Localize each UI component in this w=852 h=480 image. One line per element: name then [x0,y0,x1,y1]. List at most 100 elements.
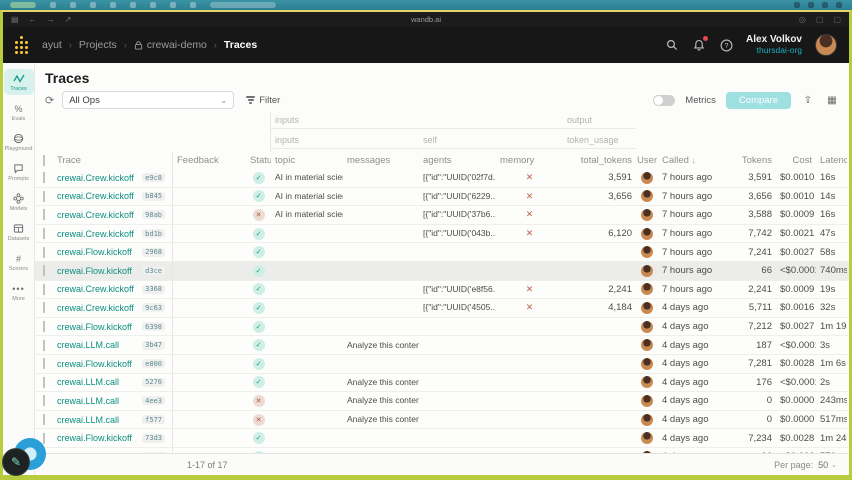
status-success-icon: ✓ [252,357,265,370]
trace-link[interactable]: crewai.LLM.call [57,415,119,425]
table-row[interactable]: crewai.LLM.call 4ee3 ✕ Analyze this conten.… [35,392,849,411]
table-row[interactable]: crewai.Crew.kickoff 3368 ✓ [{"id":"UUID('e8… [35,280,849,300]
breadcrumb-project[interactable]: crewai-demo [134,39,207,51]
avatar [641,264,653,277]
trace-link[interactable]: crewai.Crew.kickoff [57,303,134,313]
row-checkbox[interactable] [43,265,45,277]
trace-link[interactable]: crewai.Crew.kickoff [57,191,134,201]
table-row[interactable]: crewai.Flow.kickoff 2968 ✓ 7 hours ago 7,241… [35,243,849,262]
avatar [641,190,653,203]
sidebar-item-datasets[interactable]: Datasets [4,219,34,245]
row-checkbox[interactable] [43,228,45,240]
col-total-tokens[interactable]: total_tokens [563,155,636,166]
col-latency[interactable]: Latency [816,155,847,166]
trace-link[interactable]: crewai.Flow.kickoff [57,322,132,332]
trace-link[interactable]: crewai.Flow.kickoff [57,359,132,369]
trace-link[interactable]: crewai.LLM.call [57,377,119,387]
trace-link[interactable]: crewai.Crew.kickoff [57,210,134,220]
ops-filter-select[interactable]: All Ops ⌄ [62,91,235,109]
sidebar-item-playground[interactable]: Playground [4,129,34,155]
table-row[interactable]: crewai.Crew.kickoff 9c63 ✓ [{"id":"UUID('45… [35,299,849,318]
row-checkbox[interactable] [43,190,45,202]
per-page-select[interactable]: 50 ⌄ [818,460,837,470]
memory-false-icon: ✕ [525,302,534,313]
sidebar-item-scorers[interactable]: # Scorers [4,249,34,275]
search-icon[interactable] [665,38,679,52]
trace-link[interactable]: crewai.Flow.kickoff [57,433,132,443]
refresh-icon[interactable]: ⟳ [45,94,54,107]
row-checkbox[interactable] [43,246,45,258]
breadcrumb-user[interactable]: ayut [42,39,62,51]
breadcrumb-projects[interactable]: Projects [79,39,117,51]
wandb-logo-icon[interactable] [15,36,28,54]
back-icon[interactable]: ← [29,15,37,24]
col-topic[interactable]: topic [271,155,343,166]
row-checkbox[interactable] [43,395,45,407]
window-icon[interactable]: ▢ [833,15,841,24]
compare-button[interactable]: Compare [725,91,791,109]
sidebar-item-evals[interactable]: % Evals [4,99,34,125]
trace-link[interactable]: crewai.Flow.kickoff [57,266,132,276]
col-tokens[interactable]: Tokens [728,155,776,166]
row-checkbox[interactable] [43,339,45,351]
trace-link[interactable]: crewai.Crew.kickoff [57,229,134,239]
col-memory[interactable]: memory [496,155,563,166]
tab-overview-icon[interactable]: ▤ [11,15,19,24]
col-status[interactable]: Status [246,155,271,166]
avatar[interactable] [815,34,837,56]
sidebar-item-prompts[interactable]: Prompts [4,159,34,185]
trace-link[interactable]: crewai.Flow.kickoff [57,247,132,257]
col-called[interactable]: Called ↓ [658,155,728,166]
notifications-bell-icon[interactable] [692,36,709,52]
filter-button[interactable]: Filter [242,93,284,108]
sidebar-item-more[interactable]: ••• More [4,279,34,305]
table-row[interactable]: crewai.Flow.kickoff 6398 ✓ 4 days ago 7,212 $… [35,317,849,337]
trace-id-badge: 9c63 [142,303,165,313]
table-row[interactable]: crewai.LLM.call 5276 ✓ Analyze this conten.… [35,373,849,393]
agents-cell: [{"id":"UUID('02f7d... [419,172,496,183]
col-trace[interactable]: Trace [53,152,173,169]
sidebar-item-traces[interactable]: Traces [3,69,34,95]
col-cost[interactable]: Cost [776,155,816,166]
annotate-pencil-button[interactable]: ✎ [2,448,30,476]
row-checkbox[interactable] [43,283,45,295]
columns-settings-icon[interactable]: ▦ [825,95,839,106]
table-row[interactable]: crewai.Crew.kickoff bd1b ✓ [{"id":"UUID('04… [35,224,849,244]
row-checkbox[interactable] [43,172,45,184]
table-row[interactable]: crewai.Crew.kickoff e9c8 ✓ AI in material s… [35,169,849,188]
cost-value: $0.0000 [780,414,815,426]
table-row[interactable]: crewai.Flow.kickoff e800 ✓ 4 days ago 7,281 $… [35,354,849,374]
col-feedback[interactable]: Feedback [173,155,246,166]
row-checkbox[interactable] [43,302,45,314]
sidebar-item-models[interactable]: Models [4,189,34,215]
col-user[interactable]: User [636,155,658,166]
table-row[interactable]: crewai.Crew.kickoff b845 ✓ AI in material s… [35,187,849,207]
user-menu[interactable]: Alex Volkov thursdai-org [746,34,802,55]
table-row[interactable]: crewai.LLM.call 3b47 ✓ Analyze this conten.… [35,336,849,355]
row-checkbox[interactable] [43,321,45,333]
forward-icon[interactable]: → [47,15,55,24]
table-row[interactable]: crewai.Flow.kickoff 73d3 ✓ 4 days ago 7,234 $… [35,429,849,448]
trace-link[interactable]: crewai.Crew.kickoff [57,284,134,294]
help-icon[interactable]: ? [719,38,733,52]
trace-link[interactable]: crewai.LLM.call [57,396,119,406]
table-row[interactable]: crewai.LLM.call f577 ✕ Analyze this conten.… [35,410,849,430]
trace-link[interactable]: crewai.LLM.call [57,340,119,350]
row-checkbox[interactable] [43,358,45,370]
metrics-toggle[interactable] [653,94,676,106]
select-all-checkbox[interactable] [43,155,45,166]
row-checkbox[interactable] [43,414,45,426]
trace-link[interactable]: crewai.Crew.kickoff [57,173,134,183]
row-checkbox[interactable] [43,432,45,444]
row-checkbox[interactable] [43,376,45,388]
share-icon[interactable]: ↗ [65,15,72,24]
table-row[interactable]: crewai.Crew.kickoff 98ab ✕ AI in material s… [35,206,849,225]
export-icon[interactable]: ⇪ [801,95,815,106]
col-messages[interactable]: messages [343,155,419,166]
extension-icon[interactable]: ◎ [799,15,806,24]
table-row[interactable]: crewai.Flow.kickoff d3ce ✓ 7 hours ago 66 <$0… [35,261,849,281]
row-checkbox[interactable] [43,209,45,221]
col-agents[interactable]: agents [419,155,496,166]
window-icon[interactable]: ▢ [816,15,824,24]
avatar [641,394,653,407]
